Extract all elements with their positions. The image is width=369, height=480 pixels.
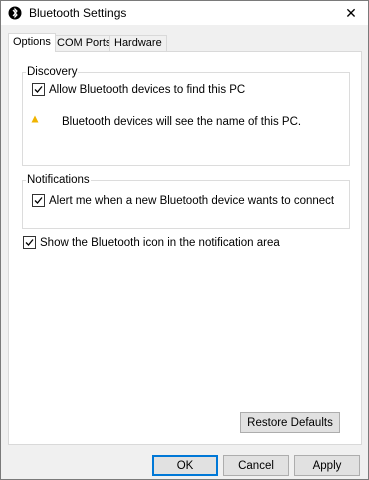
notifications-group-label: Notifications (26, 174, 91, 186)
bluetooth-icon (8, 5, 22, 21)
apply-button[interactable]: Apply (294, 455, 360, 476)
allow-discovery-label: Allow Bluetooth devices to find this PC (49, 83, 246, 96)
alert-new-device-label: Alert me when a new Bluetooth device wan… (49, 194, 335, 207)
discovery-info-text: Bluetooth devices will see the name of t… (62, 116, 302, 128)
cancel-button[interactable]: Cancel (223, 455, 289, 476)
tab-hardware[interactable]: Hardware (109, 35, 167, 51)
alert-new-device-checkbox[interactable] (32, 194, 45, 207)
close-icon: ✕ (345, 4, 357, 21)
discovery-group-label: Discovery (26, 66, 79, 78)
show-tray-icon-row[interactable]: Show the Bluetooth icon in the notificat… (23, 236, 280, 249)
show-tray-icon-checkbox[interactable] (23, 236, 36, 249)
warning-icon (31, 114, 39, 123)
bluetooth-settings-window: Bluetooth Settings ✕ Options COM Ports H… (0, 0, 369, 480)
close-button[interactable]: ✕ (334, 1, 368, 25)
title-bar: Bluetooth Settings ✕ (1, 1, 368, 25)
allow-discovery-row[interactable]: Allow Bluetooth devices to find this PC (32, 83, 245, 96)
tab-options[interactable]: Options (8, 33, 56, 52)
restore-defaults-button[interactable]: Restore Defaults (240, 412, 340, 433)
window-title: Bluetooth Settings (29, 6, 127, 20)
ok-button[interactable]: OK (152, 455, 218, 476)
allow-discovery-checkbox[interactable] (32, 83, 45, 96)
options-panel: Discovery Allow Bluetooth devices to fin… (8, 51, 362, 445)
tab-com-ports[interactable]: COM Ports (52, 35, 117, 51)
show-tray-icon-label: Show the Bluetooth icon in the notificat… (40, 236, 280, 249)
alert-new-device-row[interactable]: Alert me when a new Bluetooth device wan… (32, 194, 334, 207)
